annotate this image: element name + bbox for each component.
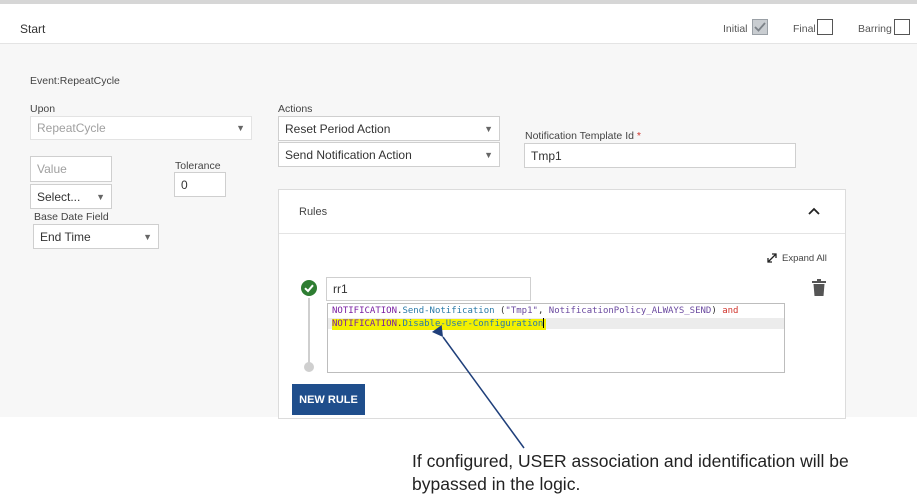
annotation-note: If configured, USER association and iden… <box>412 451 849 494</box>
annotation-arrow <box>431 324 525 449</box>
